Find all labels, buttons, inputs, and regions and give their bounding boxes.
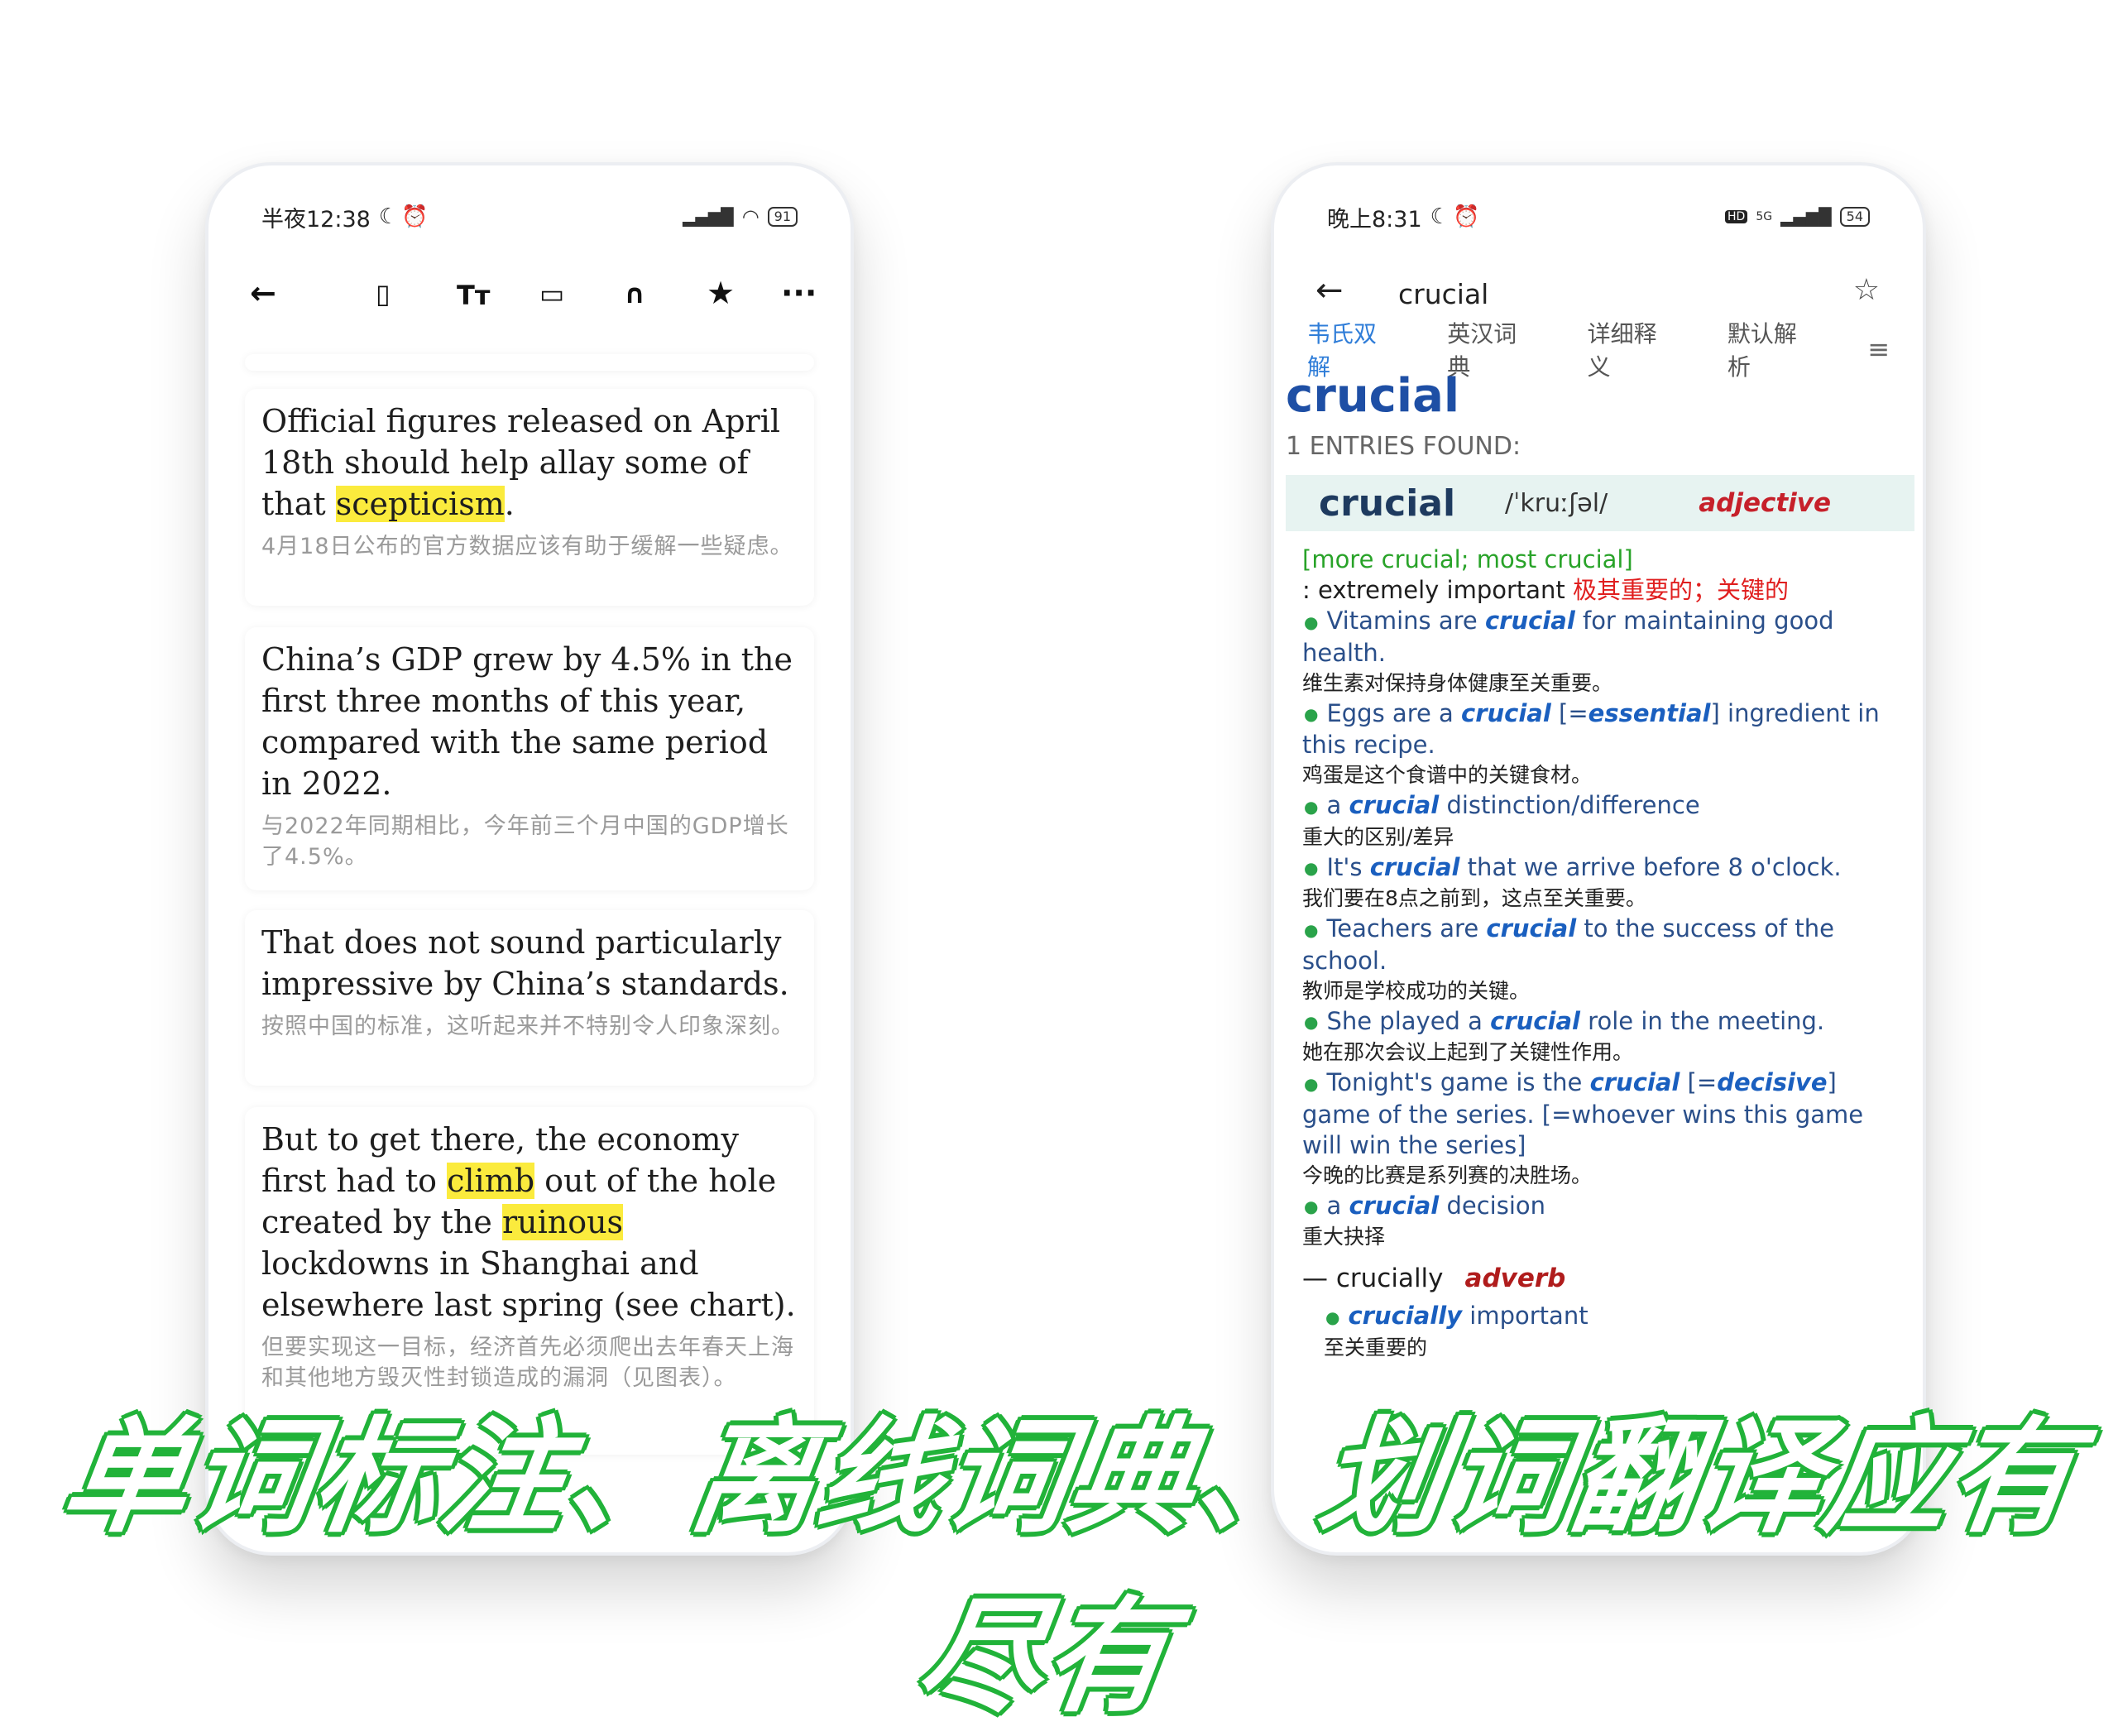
signal-icon: ▂▄▆█ [683,207,734,227]
network-label: 5G [1756,210,1773,223]
example-sentence: ● Vitamins are crucial for maintaining go… [1302,607,1834,667]
alarm-icon: ⏰ [401,204,429,229]
part-of-speech: adjective [1699,488,1832,518]
dictionary-tabs: 韦氏双解 英汉词典 详细释义 默认解析 ≡ [1307,320,1890,381]
entry-word: crucial [1319,482,1456,525]
headphones-icon[interactable]: ∩ [624,278,645,309]
highlighted-word[interactable]: scepticism [335,486,505,522]
hd-icon: HD [1725,210,1748,223]
example-sentence: ● It's crucial that we arrive before 8 o'… [1304,852,1842,881]
sentence-en: But to get there, the economy first had … [261,1121,796,1323]
sentence-zh: 按照中国的标准，这听起来并不特别令人印象深刻。 [261,1014,794,1039]
more-icon[interactable]: ··· [781,275,817,311]
example-sentence: ● Tonight's game is the crucial [=decisiv… [1302,1068,1864,1159]
status-time: 晚上8:31 [1327,206,1422,233]
example-sentence: ● She played a crucial role in the meetin… [1304,1006,1825,1035]
tab-en-zh[interactable]: 英汉词典 [1447,316,1537,382]
bullet-icon: ● [1304,1012,1319,1032]
example-sentence: ● Eggs are a crucial [=essential] ingredi… [1302,698,1880,760]
sentence-card[interactable]: Official figures released on April 18th … [245,389,814,606]
sentence-zh: 4月18日公布的官方数据应该有助于缓解一些疑虑。 [261,534,793,559]
wifi-icon: ◠ [741,205,760,228]
menu-icon[interactable]: ≡ [1867,333,1890,365]
sentence-en: Official figures released on April 18th … [261,403,781,522]
battery-icon: 54 [1839,207,1870,227]
example-zh: 我们要在8点之前到，这点至关重要。 [1302,886,1646,910]
definition-zh: 极其重要的；关键的 [1573,576,1790,604]
bullet-icon: ● [1325,1307,1340,1327]
star-outline-icon[interactable]: ☆ [1853,273,1880,307]
phone-dictionary: 晚上8:31 ☾ ⏰ HD 5G ▂▄▆█ 54 ← crucial ☆ 韦氏双… [1271,162,1926,1556]
bullet-icon: ● [1304,1073,1319,1094]
pronunciation[interactable]: /ˈkruːʃəl/ [1505,489,1608,518]
example-sentence: ● crucially important [1325,1302,1588,1330]
sentence-en: China’s GDP grew by 4.5% in the first th… [261,641,793,802]
example-sentence: ● a crucial decision [1304,1191,1545,1220]
bullet-icon: ● [1304,919,1319,940]
reader-toolbar: ← ▯ Tт ▭ ∩ ★ ··· [208,257,851,339]
example-zh: 鸡蛋是这个食谱中的关键食材。 [1302,763,1593,787]
search-word[interactable]: crucial [1398,278,1488,310]
run-on-entry: — crucially adverb [1302,1264,1566,1293]
sentence-card[interactable]: That does not sound particularly impress… [245,910,814,1086]
moon-icon: ☾ [1430,204,1450,229]
star-icon[interactable]: ★ [707,275,735,311]
entries-found: 1 ENTRIES FOUND: [1286,432,1521,461]
example-zh: 重大的区别/差异 [1302,824,1454,849]
tab-detailed[interactable]: 详细释义 [1588,316,1678,382]
headword-title: crucial [1286,369,1460,423]
sentence-zh: 与2022年同期相比，今年前三个月中国的GDP增长了4.5%。 [261,813,789,870]
font-size-icon[interactable]: Tт [457,280,490,311]
highlighted-word[interactable]: climb [447,1163,535,1199]
status-time: 半夜12:38 [261,206,371,233]
example-sentence: ● Teachers are crucial to the success of … [1302,914,1834,975]
bullet-icon: ● [1304,1196,1319,1216]
entry-header: crucial /ˈkruːʃəl/ adjective [1286,475,1914,531]
inflections: [more crucial; most crucial] [1302,545,1633,573]
bullet-icon: ● [1304,796,1319,817]
back-arrow-icon[interactable]: ← [1315,271,1344,309]
example-zh: 重大抉择 [1302,1225,1386,1249]
example-zh: 她在那次会议上起到了关键性作用。 [1302,1040,1634,1064]
sentence-en: That does not sound particularly impress… [261,924,789,1002]
status-bar: 半夜12:38 ☾ ⏰ ▂▄▆█ ◠ 91 [208,195,851,238]
back-arrow-icon[interactable]: ← [250,275,276,311]
signal-icon: ▂▄▆█ [1780,207,1832,227]
example-zh: 教师是学校成功的关键。 [1302,978,1531,1003]
highlighted-word[interactable]: ruinous [501,1204,624,1240]
bookmark-icon[interactable]: ▯ [376,278,391,309]
sentence-card[interactable]: China’s GDP grew by 4.5% in the first th… [245,627,814,890]
moon-icon: ☾ [378,204,399,229]
sentence-card[interactable] [245,354,814,371]
bullet-icon: ● [1304,611,1319,632]
example-sentence: ● a crucial distinction/difference [1304,791,1700,819]
example-zh: 维生素对保持身体健康至关重要。 [1302,670,1613,695]
status-bar: 晚上8:31 ☾ ⏰ HD 5G ▂▄▆█ 54 [1274,195,1923,238]
example-zh: 今晚的比赛是系列赛的决胜场。 [1302,1163,1593,1187]
alarm-icon: ⏰ [1452,204,1480,229]
reader-layout-icon[interactable]: ▭ [539,278,564,309]
definition-body: [more crucial; most crucial] : extremely… [1302,544,1906,1363]
phone-reader: 半夜12:38 ☾ ⏰ ▂▄▆█ ◠ 91 ← ▯ Tт ▭ ∩ ★ ··· O… [205,162,854,1556]
example-zh: 至关重要的 [1324,1335,1428,1360]
promo-caption: 单词标注、离线词典、划词翻译应有尽有 [54,1406,2087,1729]
definition-line: : extremely important 极其重要的；关键的 [1302,576,1790,604]
bullet-icon: ● [1304,704,1319,724]
tab-default[interactable]: 默认解析 [1727,316,1818,382]
bullet-icon: ● [1304,858,1319,878]
battery-icon: 91 [767,207,798,227]
